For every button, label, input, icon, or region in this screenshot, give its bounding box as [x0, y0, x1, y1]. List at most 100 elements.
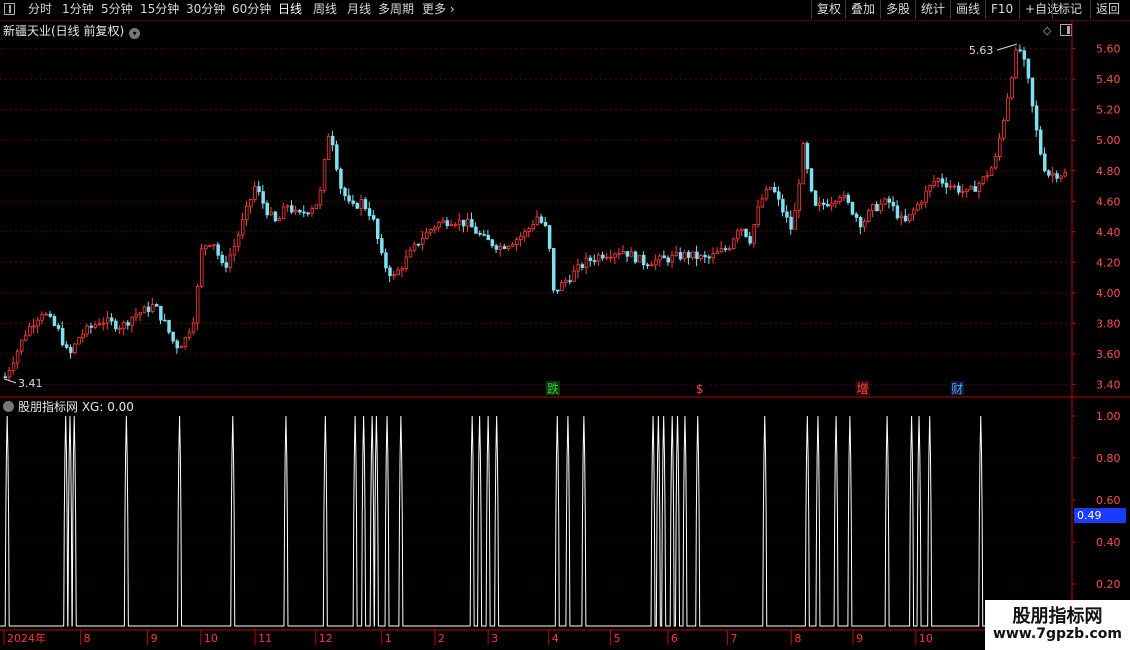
candle-body [547, 225, 552, 249]
candle-body [433, 226, 437, 230]
candle-body [130, 316, 134, 326]
candle-body [298, 210, 302, 213]
x-tick-label: 11 [258, 632, 272, 645]
candle-body [97, 323, 102, 326]
candle-body [375, 218, 380, 240]
candle-body [77, 337, 81, 345]
y-tick-label: 3.60 [1096, 348, 1121, 361]
candle-body [281, 206, 286, 219]
candle-body [1010, 77, 1014, 99]
candle-body [28, 325, 32, 336]
candle-body [105, 317, 110, 324]
candle-body [531, 224, 536, 229]
candle-body [195, 285, 200, 324]
candle-body [257, 186, 261, 193]
candle-body [801, 143, 806, 185]
candle-body [89, 325, 94, 328]
y-tick-label: 4.20 [1096, 256, 1121, 269]
candle-body [584, 257, 589, 268]
candle-body [449, 223, 454, 226]
candle-body [36, 319, 40, 327]
candle-body [359, 199, 364, 209]
candle-body [588, 257, 593, 261]
candle-body [73, 343, 77, 354]
candle-body [879, 203, 883, 212]
candle-body [642, 254, 646, 266]
candle-body [122, 322, 126, 329]
candle-body [15, 350, 20, 364]
watermark-logo: www.7gpzb.com [992, 626, 1122, 642]
candle-body [249, 199, 253, 207]
candle-body [437, 222, 441, 228]
candle-body [564, 280, 568, 283]
candle-body [355, 202, 360, 209]
candle-body [367, 208, 372, 216]
candle-body [899, 215, 904, 219]
candle-body [556, 289, 560, 292]
candle-body [912, 209, 916, 215]
candle-body [494, 245, 499, 250]
candle-body [961, 190, 965, 193]
event-marker-2: 增 [857, 382, 869, 396]
price-chart[interactable]: 5.60 5.40 5.20 5.00 4.80 4.60 4.40 4.20 4.00 3.80… [0, 0, 1130, 650]
candle-body [1002, 119, 1006, 139]
candle-body [228, 254, 233, 268]
candle-body [830, 202, 834, 207]
candle-body [826, 204, 830, 207]
candle-body [953, 185, 957, 188]
candle-body [576, 264, 581, 272]
candle-body [699, 255, 703, 260]
candle-body [453, 223, 458, 226]
candle-body [48, 313, 53, 317]
indicator-tick-label: 0.60 [1096, 494, 1121, 507]
candle-body [678, 252, 683, 260]
candle-body [973, 186, 977, 192]
candle-body [142, 306, 147, 314]
candle-body [662, 255, 666, 259]
candle-body [224, 262, 229, 268]
candle-body [666, 257, 671, 263]
candle-body [560, 282, 564, 291]
candle-body [543, 222, 548, 227]
candle-body [592, 260, 597, 262]
candle-body [1026, 58, 1031, 79]
candle-body [351, 200, 355, 204]
candle-body [183, 336, 188, 347]
candle-body [617, 252, 621, 255]
y-tick-label: 4.00 [1096, 287, 1121, 300]
candle-body [371, 215, 376, 220]
candle-body [486, 234, 490, 241]
candle-body [159, 305, 163, 321]
candle-body [895, 205, 900, 219]
candle-body [523, 230, 527, 237]
candle-body [134, 314, 139, 318]
candle-body [858, 217, 863, 228]
candle-body [302, 211, 306, 214]
candle-body [1038, 129, 1043, 155]
watermark-logo: 股朋指标网 [1012, 606, 1103, 627]
candle-body [343, 187, 347, 197]
candle-body [1059, 175, 1063, 179]
candle-body [871, 203, 875, 212]
candle-body [380, 238, 384, 254]
candle-body [813, 190, 818, 206]
candle-body [1006, 97, 1010, 121]
candle-body [269, 211, 274, 216]
candle-body [1055, 173, 1059, 179]
candle-body [392, 274, 396, 277]
candle-body [551, 248, 556, 291]
candle-body [838, 197, 842, 202]
candle-body [232, 245, 237, 256]
candle-body [908, 213, 912, 222]
x-tick-label: 2 [438, 632, 445, 645]
y-tick-label: 5.20 [1096, 104, 1121, 117]
candle-body [400, 268, 405, 271]
candle-body [740, 228, 744, 232]
candle-body [883, 198, 887, 205]
x-tick-label: 8 [84, 632, 91, 645]
candle-body [748, 236, 752, 244]
candle-body [466, 219, 470, 227]
candle-body [944, 182, 949, 188]
candle-body [732, 238, 736, 249]
candle-body [326, 135, 331, 160]
